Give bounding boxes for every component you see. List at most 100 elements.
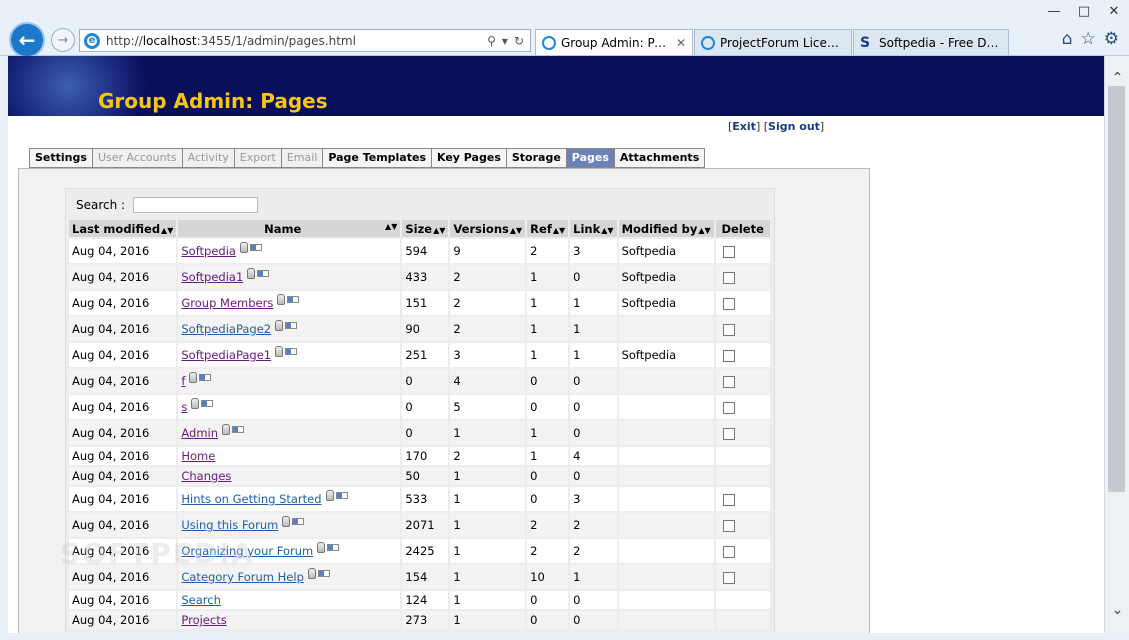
sort-icon: ▲▼ [433,225,446,235]
page-link[interactable]: Admin [181,426,218,440]
search-input[interactable] [133,197,259,213]
database-icon[interactable] [277,293,286,305]
tab-page-templates[interactable]: Page Templates [323,148,432,168]
database-icon[interactable] [247,267,256,279]
star-icon[interactable]: ☆ [1081,29,1096,49]
database-icon[interactable] [239,241,248,253]
database-icon[interactable] [275,319,284,331]
col-ref[interactable]: Ref▲▼ [527,220,569,237]
page-link[interactable]: Softpedia1 [181,270,243,284]
address-text[interactable]: http://localhost:3455/1/admin/pages.html [106,34,487,48]
page-properties-icon[interactable] [201,399,214,407]
browser-chrome: — □ ✕ ← → e http://localhost:3455/1/admi… [0,0,1129,58]
page-link[interactable]: Category Forum Help [181,570,304,584]
database-icon[interactable] [191,397,200,409]
delete-checkbox[interactable] [722,271,735,284]
page-link[interactable]: Home [181,449,215,463]
delete-checkbox[interactable] [722,493,735,506]
browser-tab-active[interactable]: Group Admin: Pages ✕ [535,29,693,55]
cell-link: 2 [570,513,617,537]
delete-checkbox[interactable] [722,571,735,584]
page-properties-icon[interactable] [285,347,298,355]
table-row: Aug 04, 2016 Softpedia 594 9 2 3 Softpedia [69,239,770,263]
page-link[interactable]: Using this Forum [181,518,278,532]
back-button[interactable]: ← [9,22,45,58]
page-link[interactable]: s [181,400,187,414]
page-properties-icon[interactable] [249,243,262,251]
page-link[interactable]: Search [181,593,221,607]
database-icon[interactable] [307,567,316,579]
tab-close-icon[interactable]: ✕ [676,36,686,50]
col-modified-by[interactable]: Modified by▲▼ [618,220,714,237]
col-link[interactable]: Link▲▼ [570,220,617,237]
page-properties-icon[interactable] [292,517,305,525]
tab-settings[interactable]: Settings [29,148,93,168]
page-link[interactable]: Projects [181,613,226,627]
signout-link[interactable]: Sign out [768,120,820,133]
maximize-icon[interactable]: □ [1069,0,1099,22]
delete-checkbox[interactable] [722,245,735,258]
page-link[interactable]: f [181,374,185,388]
database-icon[interactable] [189,371,198,383]
page-link[interactable]: Changes [181,469,231,483]
col-last-modified[interactable]: Last modified▲▼ [69,220,177,237]
page-properties-icon[interactable] [287,295,300,303]
scroll-down-icon[interactable]: ⌄ [1105,600,1129,620]
database-icon[interactable] [282,515,291,527]
table-row: Aug 04, 2016 Changes 50 1 0 0 [69,467,770,485]
col-size[interactable]: Size▲▼ [402,220,449,237]
scroll-thumb[interactable] [1108,86,1125,492]
page-link[interactable]: Group Members [181,296,273,310]
page-properties-icon[interactable] [257,269,270,277]
cell-name: Group Members [178,291,401,315]
page-properties-icon[interactable] [317,569,330,577]
col-versions[interactable]: Versions▲▼ [450,220,526,237]
database-icon[interactable] [275,345,284,357]
page-link[interactable]: SoftpediaPage2 [181,322,271,336]
delete-checkbox[interactable] [722,545,735,558]
page-properties-icon[interactable] [199,373,212,381]
page-link[interactable]: Hints on Getting Started [181,492,321,506]
refresh-icon[interactable]: ↻ [514,34,524,48]
page-properties-icon[interactable] [327,543,340,551]
delete-checkbox[interactable] [722,427,735,440]
database-icon[interactable] [325,489,334,501]
browser-tab[interactable]: ProjectForum Licensin... [694,29,852,55]
home-icon[interactable]: ⌂ [1062,29,1073,49]
minimize-icon[interactable]: — [1039,0,1069,22]
close-icon[interactable]: ✕ [1099,0,1129,22]
database-icon[interactable] [222,423,231,435]
tab-key-pages[interactable]: Key Pages [432,148,507,168]
delete-checkbox[interactable] [722,323,735,336]
tab-pages[interactable]: Pages [566,148,615,168]
cell-delete [715,539,770,563]
database-icon[interactable] [317,541,326,553]
exit-link[interactable]: Exit [732,120,756,133]
page-properties-icon[interactable] [285,321,298,329]
cell-link: 0 [570,467,617,485]
delete-checkbox[interactable] [722,349,735,362]
delete-checkbox[interactable] [722,375,735,388]
cell-link: 2 [570,539,617,563]
page-properties-icon[interactable] [335,491,348,499]
gear-icon[interactable]: ⚙ [1104,29,1119,49]
tab-attachments[interactable]: Attachments [614,148,706,168]
col-name[interactable]: Name ▲▼ [178,220,401,237]
table-row: Aug 04, 2016 Projects 273 1 0 0 [69,611,770,629]
forward-button[interactable]: → [51,28,75,52]
page-properties-icon[interactable] [232,425,245,433]
cell-modified-by [618,539,714,563]
dropdown-icon[interactable]: ▾ [502,34,508,48]
search-icon[interactable]: ⚲ [487,34,496,48]
delete-checkbox[interactable] [722,297,735,310]
browser-tab[interactable]: S Softpedia - Free Downl... [853,29,1009,55]
page-link[interactable]: Softpedia [181,244,236,258]
delete-checkbox[interactable] [722,401,735,414]
delete-checkbox[interactable] [722,519,735,532]
scroll-up-icon[interactable]: ⌃ [1105,68,1129,88]
cell-delete [715,421,770,445]
tab-storage[interactable]: Storage [506,148,567,168]
address-bar[interactable]: e http://localhost:3455/1/admin/pages.ht… [79,29,531,52]
page-link[interactable]: SoftpediaPage1 [181,348,271,362]
vertical-scrollbar[interactable]: ⌃ ⌄ [1104,56,1129,633]
